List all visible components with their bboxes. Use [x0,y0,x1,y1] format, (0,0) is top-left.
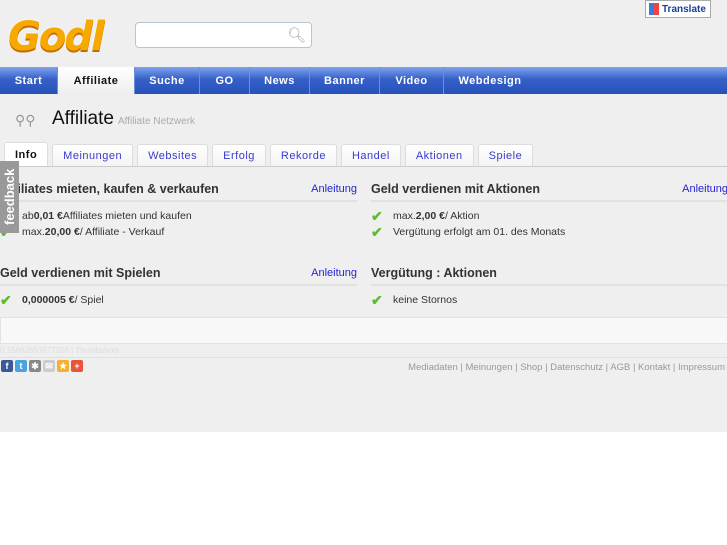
nav-start[interactable]: Start [0,67,58,94]
section-title: Geld verdienen mit Aktionen [371,182,541,196]
check-icon: ✔ [0,291,12,308]
nav-go[interactable]: GO [200,67,250,94]
list-item: ✔ max. 2,00 € / Aktion [371,207,480,224]
tab-websites[interactable]: Websites [137,144,209,167]
nav-webdesign[interactable]: Webdesign [444,67,536,94]
divider [0,166,727,167]
search-icon[interactable]: 🔍︎ [287,26,306,44]
list-item: ✔max. 20,00 € / Affiliate - Verkauf [0,224,357,240]
section-spiele: Geld verdienen mit Spielen Anleitung ✔ 0,0… [0,266,357,308]
tab-aktionen[interactable]: Aktionen [404,144,474,167]
nav-affiliate[interactable]: Affiliate [58,67,135,94]
anleitung-link[interactable]: Anleitung [311,183,357,195]
settings-icon[interactable]: ✱ [29,360,41,372]
tab-spiele[interactable]: Spiele [477,144,534,167]
tab-rekorde[interactable]: Rekorde [269,144,337,167]
section-title: Affiliates mieten, kaufen & verkaufen [0,182,219,196]
main-nav: Start Affiliate Suche GO News Banner Vid… [0,67,727,94]
affiliate-icon: ⚲⚲ [15,112,36,128]
google-icon [649,3,659,15]
tab-handel[interactable]: Handel [340,144,401,167]
search-input[interactable]: 🔍︎ [135,22,312,48]
social-icons: f t ✱ ✉ ★ + [1,360,83,372]
anleitung-link[interactable]: Anleitung [682,183,727,195]
nav-news[interactable]: News [250,67,310,94]
twitter-icon[interactable]: t [15,360,27,372]
page-subtitle: Affiliate Netzwerk [117,116,196,127]
nav-video[interactable]: Video [380,67,444,94]
list-item: ✔ keine Stornos [371,291,458,308]
tabs: Info Meinungen Websites Erfolg Rekorde H… [4,142,534,167]
section-aktionen: Geld verdienen mit Aktionen Anleitung ✔ ma… [371,182,727,240]
facebook-icon[interactable]: f [1,360,13,372]
section-verguetung: Vergütung : Aktionen ✔ keine Stornos [371,266,727,308]
logo[interactable]: Godl [8,14,105,60]
add-icon[interactable]: + [71,360,83,372]
footer-links[interactable]: Mediadaten | Meinungen | Shop | Datensch… [408,362,725,373]
list-item: ✔ 0,000005 € / Spiel [0,291,104,308]
feedback-tab[interactable]: feedback [0,161,19,233]
check-icon: ✔ [371,207,383,224]
title-text: Affiliate [52,108,114,129]
nav-banner[interactable]: Banner [310,67,380,94]
mail-icon[interactable]: ✉ [43,360,55,372]
page-title: Affiliate Affiliate Netzwerk [52,108,195,130]
section-title: Vergütung : Aktionen [371,266,497,280]
stats-text: 0.15662693977358 | Thumbshots [0,346,120,355]
nav-suche[interactable]: Suche [135,67,200,94]
translate-label: Translate [662,3,706,15]
favorite-icon[interactable]: ★ [57,360,69,372]
page: Godl 🔍︎ Translate Start Affiliate Suche … [0,0,727,432]
check-icon: ✔ [371,291,383,308]
check-icon: ✔ [371,223,383,240]
tab-meinungen[interactable]: Meinungen [52,144,134,167]
list-item: ✔ab 0,01 € Affiliates mieten und kaufen [0,208,357,224]
translate-button[interactable]: Translate [645,0,711,18]
divider [0,357,727,358]
section-title: Geld verdienen mit Spielen [0,266,161,280]
section-affiliates: Affiliates mieten, kaufen & verkaufen Anl… [0,182,357,240]
tab-erfolg[interactable]: Erfolg [212,144,266,167]
empty-box [0,317,727,344]
list-item: ✔ Vergütung erfolgt am 01. des Monats [371,223,566,240]
anleitung-link[interactable]: Anleitung [311,267,357,279]
